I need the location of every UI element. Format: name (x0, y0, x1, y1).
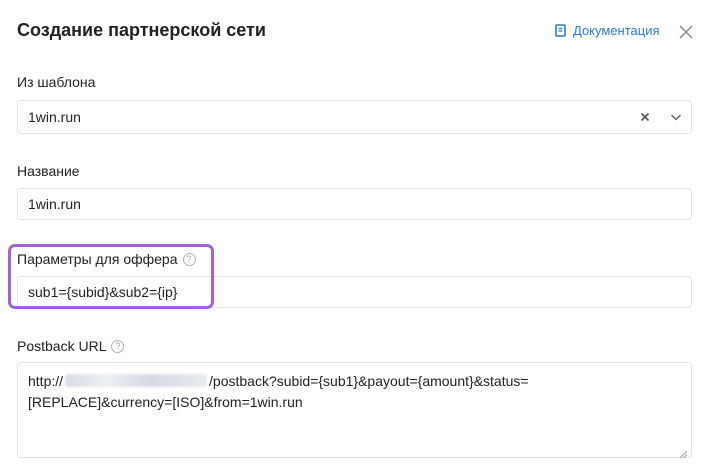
postback-url-path: /postback?subid={sub1}&payout={amount}&s… (209, 373, 529, 389)
dialog-header: Создание партнерской сети Документация (0, 0, 708, 64)
template-label-text: Из шаблона (17, 74, 96, 90)
template-label: Из шаблона (17, 74, 95, 90)
template-select[interactable]: 1win.run (17, 100, 692, 134)
clear-icon[interactable] (637, 109, 653, 125)
postback-label: Postback URL ? (17, 338, 125, 354)
documentation-link-label: Документация (573, 23, 660, 38)
redacted-host (65, 374, 208, 387)
name-label: Название (17, 163, 80, 179)
name-label-text: Название (17, 163, 80, 179)
name-input[interactable]: 1win.run (17, 188, 692, 220)
postback-url-textarea[interactable]: http:// /postback?subid={sub1}&payout={am… (17, 362, 692, 459)
offer-params-label: Параметры для оффера ? (17, 251, 196, 267)
help-circle-icon[interactable]: ? (182, 252, 196, 266)
template-select-value: 1win.run (28, 109, 81, 125)
offer-params-input-value: sub1={subid}&sub2={ip} (28, 284, 178, 300)
postback-url-line-2: [REPLACE]&currency=[ISO]&from=1win.run (28, 394, 303, 410)
document-icon (555, 24, 566, 37)
offer-params-label-text: Параметры для оффера (17, 251, 178, 267)
dialog-title: Создание партнерской сети (17, 20, 266, 40)
postback-url-line-1: http:// /postback?subid={sub1}&payout={am… (28, 371, 681, 392)
name-input-value: 1win.run (28, 196, 81, 212)
resize-handle-icon[interactable] (678, 444, 688, 459)
help-circle-icon[interactable]: ? (111, 339, 125, 353)
offer-params-input[interactable]: sub1={subid}&sub2={ip} (17, 276, 692, 308)
chevron-down-icon[interactable] (668, 109, 684, 125)
close-icon[interactable] (677, 23, 695, 41)
documentation-link[interactable]: Документация (555, 23, 660, 38)
postback-label-text: Postback URL (17, 338, 107, 354)
postback-url-prefix: http:// (28, 373, 64, 389)
